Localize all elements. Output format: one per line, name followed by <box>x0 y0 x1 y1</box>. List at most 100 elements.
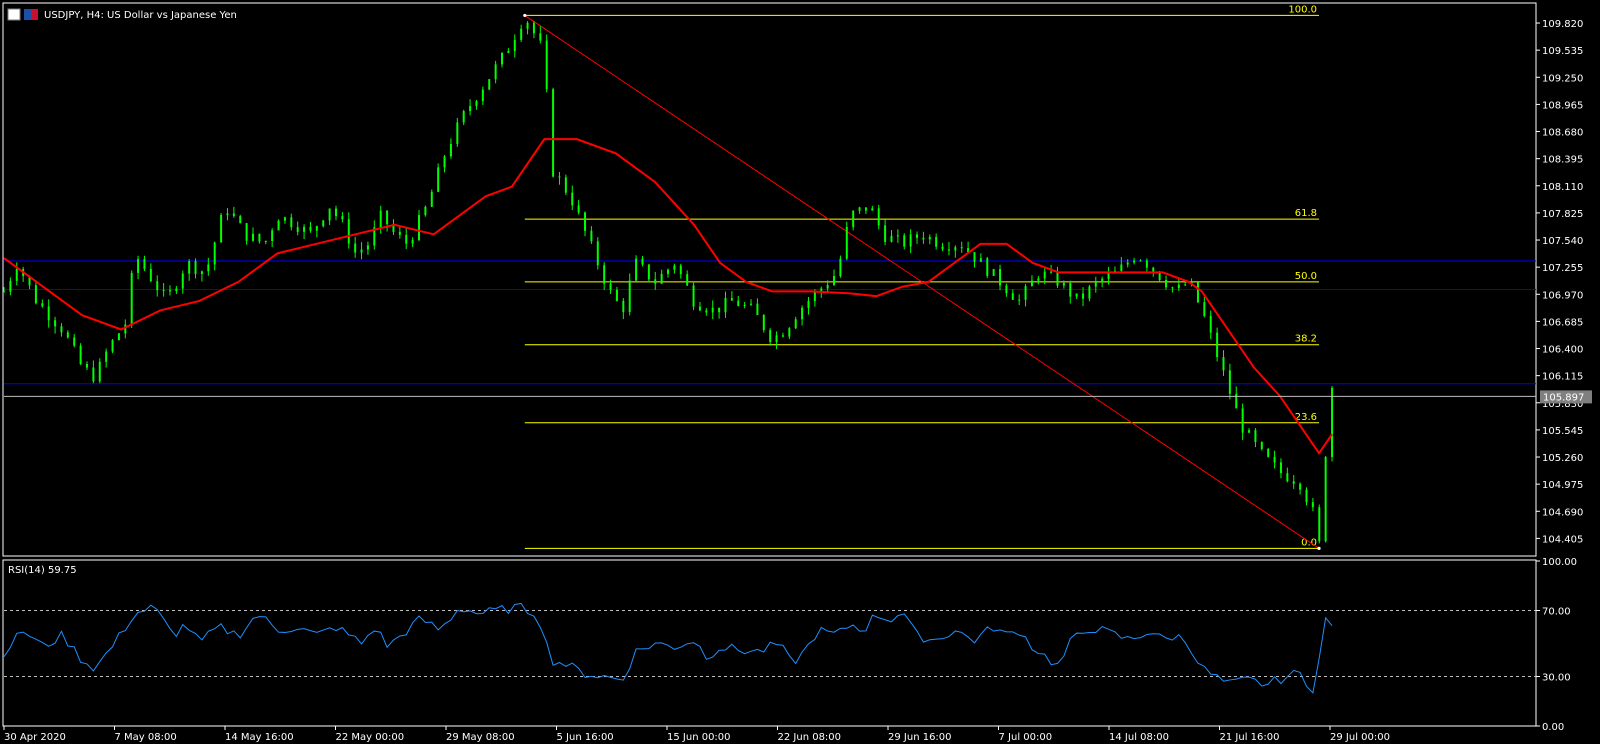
candle-body <box>105 351 108 362</box>
candle-body <box>1030 280 1033 287</box>
candle-body <box>947 249 950 251</box>
candle-body <box>807 300 810 308</box>
time-tick-label: 7 Jul 00:00 <box>999 732 1053 743</box>
candle-body <box>903 235 906 247</box>
trendline-anchor <box>523 13 527 18</box>
candle-body <box>200 271 203 274</box>
candle-body <box>66 332 69 338</box>
candle-body <box>398 231 401 235</box>
rsi-tick-label: 30.00 <box>1542 673 1571 684</box>
candle-body <box>992 269 995 276</box>
candle-body <box>1145 260 1148 268</box>
candle-body <box>430 191 433 207</box>
chart-background <box>0 0 1600 744</box>
candle-body <box>1024 286 1027 300</box>
candle-body <box>79 345 82 365</box>
candle-body <box>1222 357 1225 371</box>
rsi-tick-label: 70.00 <box>1542 607 1571 618</box>
candle-body <box>520 28 523 40</box>
candle-body <box>1120 264 1123 271</box>
candle-body <box>705 310 708 313</box>
candle-body <box>539 33 542 41</box>
time-tick-label: 29 Jun 16:00 <box>888 732 952 743</box>
candle-body <box>1286 473 1289 482</box>
candle-body <box>1082 293 1085 299</box>
candle-body <box>1050 271 1053 273</box>
candle-body <box>839 258 842 277</box>
candle-body <box>124 324 127 334</box>
candle-body <box>1094 281 1097 287</box>
price-tick-label: 109.535 <box>1542 46 1583 57</box>
candle-body <box>156 281 159 291</box>
candle-body <box>635 258 638 281</box>
candle-body <box>252 233 255 241</box>
candle-body <box>615 289 618 301</box>
price-tick-label: 105.545 <box>1542 426 1583 437</box>
candle-body <box>769 330 772 342</box>
candle-body <box>488 79 491 90</box>
time-tick-label: 14 May 16:00 <box>225 732 294 743</box>
candle-body <box>724 298 727 313</box>
candle-body <box>890 235 893 242</box>
candle-body <box>1101 278 1104 282</box>
time-tick-label: 14 Jul 08:00 <box>1109 732 1169 743</box>
candle-body <box>443 156 446 168</box>
candle-body <box>590 230 593 242</box>
candle-body <box>673 265 676 270</box>
candle-body <box>360 249 363 253</box>
candle-body <box>679 265 682 275</box>
candle-body <box>437 167 440 192</box>
current-price-text: 105.897 <box>1543 392 1584 403</box>
fibonacci-level-label: 50.0 <box>1295 271 1317 282</box>
candle-body <box>979 258 982 262</box>
candle-body <box>130 272 133 325</box>
rsi-tick-label: 100.00 <box>1542 557 1577 568</box>
fibonacci-level-label: 38.2 <box>1295 334 1317 345</box>
candle-body <box>1311 502 1314 508</box>
candle-body <box>149 269 152 282</box>
candle-body <box>1043 271 1046 279</box>
candle-body <box>1005 285 1008 294</box>
candle-body <box>1318 507 1321 542</box>
chart-title-text: USDJPY, H4: US Dollar vs Japanese Yen <box>44 10 237 21</box>
candle-body <box>603 265 606 284</box>
candle-body <box>1254 430 1257 443</box>
candle-body <box>686 274 689 286</box>
trendline-anchor <box>1317 546 1321 550</box>
candle-body <box>1299 483 1302 490</box>
candle-body <box>960 247 963 249</box>
candle-body <box>928 236 931 240</box>
candle-body <box>1056 272 1059 286</box>
candle-body <box>571 192 574 206</box>
price-tick-label: 108.680 <box>1542 128 1583 139</box>
candle-body <box>386 210 389 225</box>
candle-body <box>973 252 976 262</box>
candle-body <box>864 207 867 211</box>
candle-body <box>232 213 235 217</box>
candle-body <box>188 261 191 274</box>
candle-body <box>1209 315 1212 333</box>
candle-body <box>954 247 957 251</box>
candle-body <box>424 206 427 216</box>
candle-body <box>794 319 797 329</box>
candle-body <box>169 290 172 292</box>
candle-body <box>858 207 861 211</box>
candle-body <box>181 273 184 289</box>
candle-body <box>871 208 874 211</box>
candle-body <box>449 143 452 157</box>
price-tick-label: 106.400 <box>1542 345 1583 356</box>
time-tick-label: 29 May 08:00 <box>446 732 515 743</box>
candle-body <box>1069 283 1072 297</box>
price-tick-label: 105.260 <box>1542 453 1583 464</box>
candle-body <box>501 52 504 65</box>
candle-body <box>762 314 765 331</box>
candle-body <box>813 291 816 301</box>
candle-body <box>481 89 484 102</box>
candle-body <box>647 264 650 280</box>
candle-body <box>788 328 791 337</box>
time-tick-label: 7 May 08:00 <box>115 732 177 743</box>
price-tick-label: 104.975 <box>1542 480 1583 491</box>
mt4-chart-window[interactable]: 100.061.850.038.223.60.0 109.820109.5351… <box>0 0 1600 744</box>
candle-body <box>379 210 382 228</box>
candle-body <box>3 291 5 293</box>
